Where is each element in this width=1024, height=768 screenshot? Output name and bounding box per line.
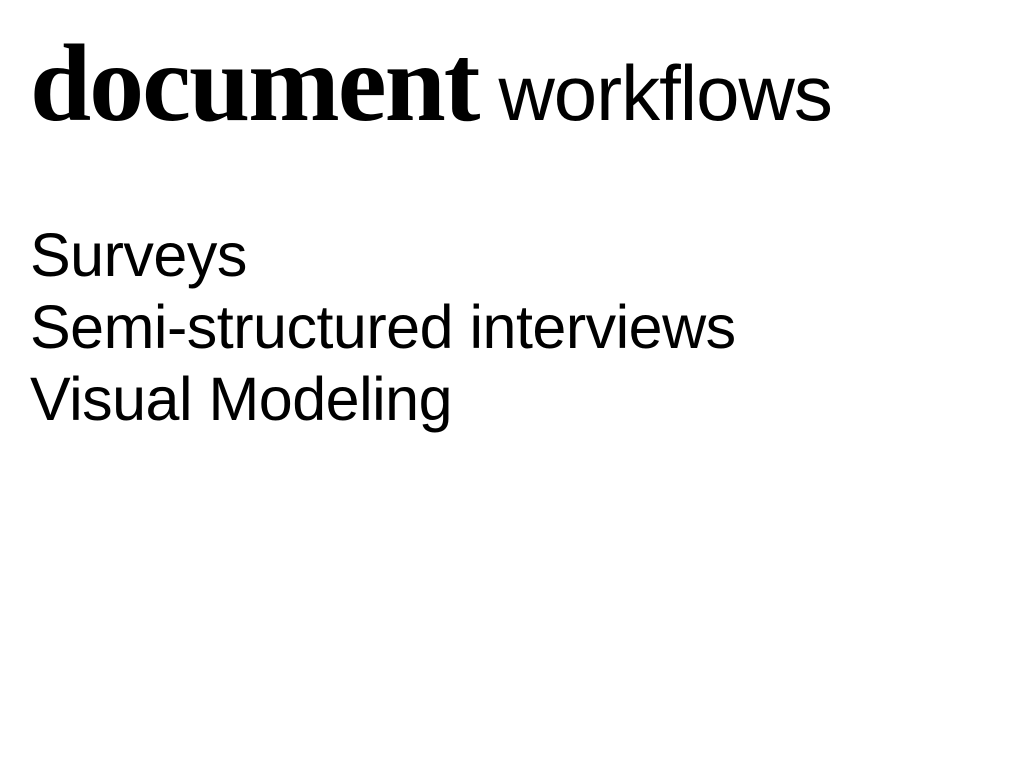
list-item: Semi-structured interviews (30, 292, 994, 364)
heading-light: workflows (498, 54, 831, 132)
heading-bold: document (30, 28, 478, 138)
slide-heading: document workflows (30, 28, 994, 138)
list-item: Surveys (30, 220, 994, 292)
item-list: Surveys Semi-structured interviews Visua… (30, 220, 994, 436)
list-item: Visual Modeling (30, 364, 994, 436)
